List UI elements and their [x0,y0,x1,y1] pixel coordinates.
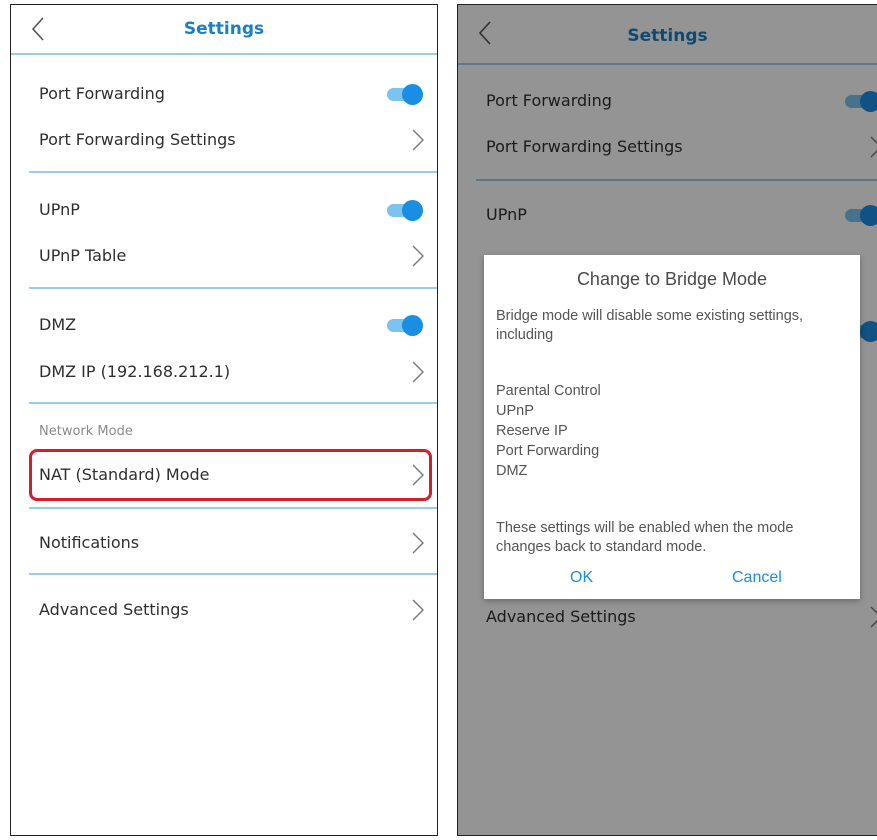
row-dmz-ip[interactable]: DMZ IP (192.168.212.1) [11,352,437,392]
chevron-right-icon [411,244,425,268]
dialog-title: Change to Bridge Mode [576,269,768,289]
ok-button[interactable]: OK [570,569,593,587]
row-notifications[interactable]: Notifications [11,523,437,563]
divider [29,402,437,404]
divider [11,53,437,55]
row-advanced-settings[interactable]: Advanced Settings [11,590,437,630]
divider [29,287,437,289]
divider [29,171,437,173]
row-label: UPnP [39,200,80,219]
bridge-mode-dialog: Change to Bridge Mode Bridge mode will d… [484,255,860,599]
list-item: Port Forwarding [496,443,600,459]
dialog-intro: Bridge mode will disable some existing s… [496,308,804,343]
disabled-settings-list: Parental Control UPnP Reserve IP Port Fo… [496,381,601,481]
row-label: Port Forwarding [39,84,165,103]
upnp-toggle[interactable] [387,200,423,221]
row-label: NAT (Standard) Mode [39,465,210,484]
row-label: UPnP Table [39,246,127,265]
dialog-outro: These settings will be enabled when the … [496,520,794,555]
settings-screen: Settings Port Forwarding Port Forwarding… [10,4,438,836]
chevron-right-icon [411,531,425,555]
row-label: Notifications [39,533,140,552]
dmz-toggle[interactable] [387,315,423,336]
row-upnp-table[interactable]: UPnP Table [11,236,437,276]
chevron-right-icon [411,128,425,152]
list-item: UPnP [496,403,534,419]
page-title: Settings [183,19,265,39]
row-nat-mode[interactable]: NAT (Standard) Mode [11,455,437,495]
settings-screen-with-dialog: Settings Port Forwarding Port Forwarding… [457,4,877,836]
row-upnp: UPnP [11,190,437,230]
row-port-forwarding: Port Forwarding [11,74,437,114]
list-item: Parental Control [496,383,601,399]
cancel-button[interactable]: Cancel [732,569,782,587]
divider [29,507,437,509]
row-label: DMZ IP (192.168.212.1) [39,362,231,381]
row-label: Advanced Settings [39,600,189,619]
row-dmz: DMZ [11,305,437,345]
divider [29,573,437,575]
row-port-forwarding-settings[interactable]: Port Forwarding Settings [11,120,437,160]
list-item: DMZ [496,463,528,479]
row-label: Port Forwarding Settings [39,130,236,149]
chevron-right-icon [411,360,425,384]
row-label: DMZ [39,315,77,334]
chevron-right-icon [411,598,425,622]
chevron-right-icon [411,463,425,487]
section-label-network-mode: Network Mode [39,424,133,439]
list-item: Reserve IP [496,423,568,439]
header: Settings [11,5,437,53]
port-forwarding-toggle[interactable] [387,84,423,105]
